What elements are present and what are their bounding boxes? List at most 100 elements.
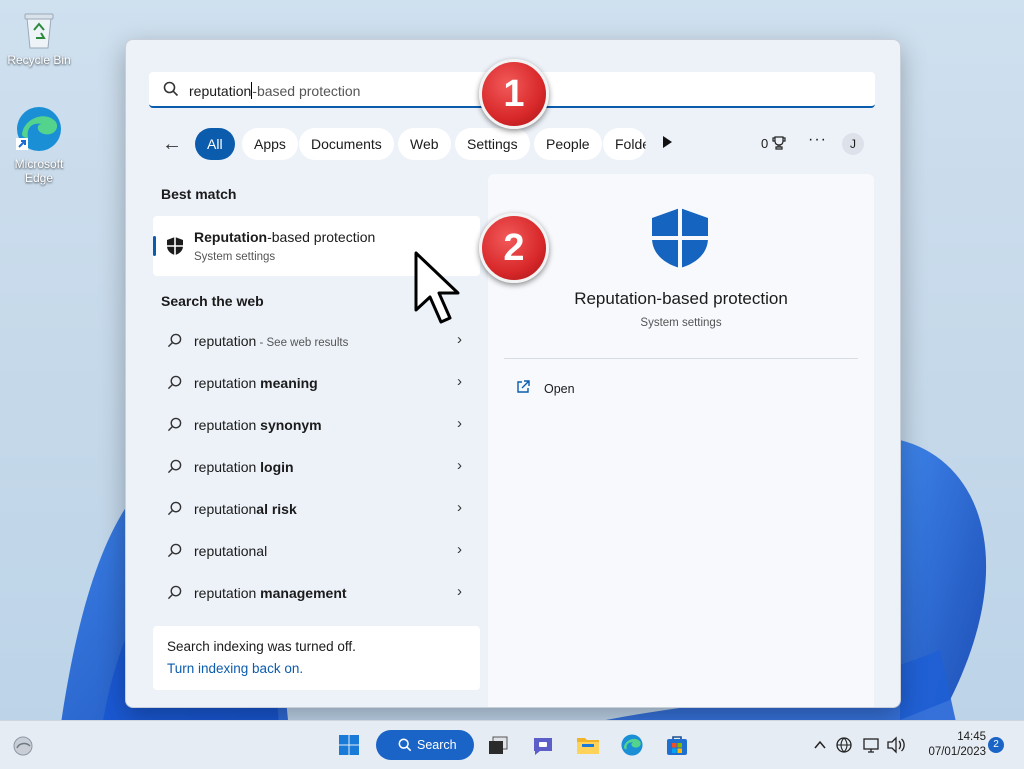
web-result-text: reputation login xyxy=(194,459,294,475)
web-result-suffix: - See web results xyxy=(256,337,349,349)
recycle-bin-icon xyxy=(24,13,54,49)
edge-desktop-icon[interactable]: Microsoft Edge xyxy=(4,104,74,185)
volume-icon[interactable] xyxy=(886,736,906,754)
web-result-row[interactable]: reputational risk › xyxy=(153,488,480,530)
chevron-right-icon[interactable]: › xyxy=(457,541,462,558)
chevron-right-icon[interactable]: › xyxy=(457,373,462,390)
chevron-up-icon[interactable] xyxy=(813,739,827,751)
web-result-bold: management xyxy=(260,585,347,601)
web-result-row[interactable]: reputation management › xyxy=(153,572,480,614)
filter-people[interactable]: People xyxy=(534,128,602,160)
search-icon xyxy=(163,81,179,97)
filter-folders[interactable]: Folde xyxy=(603,128,646,160)
web-result-prefix: reputation xyxy=(194,501,257,517)
chevron-right-icon[interactable]: › xyxy=(457,415,462,432)
open-external-icon xyxy=(517,380,530,393)
search-query-completion: -based protection xyxy=(252,83,361,99)
weather-icon[interactable] xyxy=(12,735,34,757)
task-view-icon[interactable] xyxy=(487,735,509,757)
web-result-prefix: reputation xyxy=(194,459,261,475)
turn-indexing-on-link[interactable]: Turn indexing back on. xyxy=(167,661,303,676)
best-match-heading: Best match xyxy=(161,186,237,202)
search-icon xyxy=(167,459,182,474)
clock-date: 07/01/2023 xyxy=(928,746,986,758)
best-match-subtitle: System settings xyxy=(194,251,276,263)
filter-bar: ← All Apps Documents Web Settings People… xyxy=(126,128,900,160)
monitor-icon[interactable] xyxy=(862,736,880,754)
search-icon xyxy=(167,543,182,558)
taskbar-search-button[interactable]: Search xyxy=(376,730,474,760)
user-avatar[interactable]: J xyxy=(842,133,864,155)
search-icon xyxy=(167,501,182,516)
web-result-bold: al risk xyxy=(256,501,297,517)
filter-apps[interactable]: Apps xyxy=(242,128,298,160)
windows-start-icon[interactable] xyxy=(338,734,360,756)
web-result-text: reputation management xyxy=(194,585,347,601)
web-result-text: reputation meaning xyxy=(194,375,318,391)
teams-chat-icon[interactable] xyxy=(531,734,555,758)
search-web-heading: Search the web xyxy=(161,293,264,309)
recycle-bin-label: Recycle Bin xyxy=(7,53,71,67)
web-result-row[interactable]: reputational › xyxy=(153,530,480,572)
edge-icon xyxy=(16,107,61,151)
web-result-prefix: reputation xyxy=(194,417,261,433)
edge-label-line2: Edge xyxy=(24,171,54,185)
web-result-bold: al xyxy=(256,543,268,559)
start-search-panel: reputation-based protection ← All Apps D… xyxy=(125,39,901,708)
web-result-text: reputation - See web results xyxy=(194,333,348,349)
web-result-bold: login xyxy=(260,459,294,475)
filter-all[interactable]: All xyxy=(195,128,235,160)
back-arrow-icon[interactable]: ← xyxy=(162,134,182,154)
web-result-row[interactable]: reputation - See web results › xyxy=(153,320,480,362)
web-result-row[interactable]: reputation meaning › xyxy=(153,362,480,404)
callout-badge-2: 2 xyxy=(479,213,549,283)
chevron-right-icon[interactable]: › xyxy=(457,331,462,348)
chevron-right-icon[interactable]: › xyxy=(457,583,462,600)
web-result-prefix: reputation xyxy=(194,375,261,391)
filter-settings[interactable]: Settings xyxy=(455,128,530,160)
filter-web[interactable]: Web xyxy=(398,128,451,160)
best-match-title-rest: -based protection xyxy=(267,229,376,245)
more-options-icon[interactable]: ··· xyxy=(808,131,827,149)
windows-security-shield-icon xyxy=(652,208,708,268)
file-explorer-icon[interactable] xyxy=(576,734,600,756)
open-action[interactable]: Open xyxy=(544,382,575,396)
edge-taskbar-icon[interactable] xyxy=(620,733,644,757)
rewards-points-count: 0 xyxy=(761,136,769,151)
microsoft-store-icon[interactable] xyxy=(665,733,689,757)
web-result-bold: meaning xyxy=(260,375,318,391)
best-match-title-bold: Reputation xyxy=(194,229,268,245)
more-filters-arrow-icon[interactable] xyxy=(663,136,672,148)
indexing-notice: Search indexing was turned off. Turn ind… xyxy=(153,626,480,690)
edge-label-line1: Microsoft xyxy=(14,157,64,171)
web-result-row[interactable]: reputation synonym › xyxy=(153,404,480,446)
web-result-row[interactable]: reputation login › xyxy=(153,446,480,488)
search-query-typed: reputation xyxy=(189,83,252,99)
clock[interactable]: 14:45 07/01/2023 xyxy=(920,730,986,760)
best-match-title: Reputation-based protection xyxy=(194,229,375,245)
search-icon xyxy=(167,375,182,390)
web-result-bold: synonym xyxy=(260,417,322,433)
search-icon xyxy=(167,417,182,432)
web-result-text: reputation synonym xyxy=(194,417,322,433)
web-result-text: reputational risk xyxy=(194,501,297,517)
search-icon xyxy=(398,738,412,752)
preview-title: Reputation-based protection xyxy=(574,289,788,308)
windows-security-shield-icon xyxy=(167,237,183,255)
filter-documents[interactable]: Documents xyxy=(299,128,394,160)
search-icon xyxy=(167,333,182,348)
web-result-prefix: reputation xyxy=(194,543,257,559)
callout-badge-1: 1 xyxy=(479,59,549,129)
chevron-right-icon[interactable]: › xyxy=(457,499,462,516)
trophy-icon xyxy=(772,136,786,150)
network-icon[interactable] xyxy=(835,736,853,754)
search-icon xyxy=(167,585,182,600)
search-query[interactable]: reputation-based protection xyxy=(189,82,360,99)
notification-badge[interactable]: 2 xyxy=(988,737,1004,753)
recycle-bin-desktop-icon[interactable]: Recycle Bin xyxy=(4,10,74,67)
rewards-points[interactable]: 0 xyxy=(761,136,786,151)
preview-subtitle: System settings xyxy=(640,317,722,329)
chevron-right-icon[interactable]: › xyxy=(457,457,462,474)
clock-time: 14:45 xyxy=(957,731,986,743)
taskbar: Search 14:45 07/01/2023 2 xyxy=(0,720,1024,769)
